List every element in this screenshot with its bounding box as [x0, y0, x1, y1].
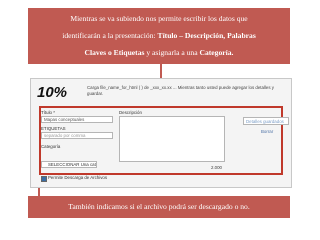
- category-label: Categoría: [41, 144, 61, 149]
- character-counter: 2.000: [211, 165, 222, 170]
- caption-line-2-bold: Título – Descripción, Palabras: [157, 31, 256, 40]
- upload-details-panel: 10% Carga file_name_for_html ( ) de _xxx…: [30, 78, 292, 188]
- upload-progress-percent: 10%: [37, 84, 68, 101]
- download-checkbox-label: Permite Descarga de Archivos: [48, 175, 108, 180]
- caption-line-3-bold-2: Categoría.: [199, 48, 234, 57]
- top-pointer-line: [160, 64, 162, 78]
- delete-link[interactable]: Borrar: [261, 129, 273, 134]
- download-checkbox[interactable]: [41, 176, 47, 182]
- title-field[interactable]: Mapas conceptuales: [41, 116, 113, 123]
- bottom-caption-text: También indicamos si el archivo podrá se…: [68, 202, 250, 211]
- upload-info-text: Carga file_name_for_html ( ) de _xxx_xx.…: [87, 85, 274, 96]
- tags-label: ETIQUETAS: [41, 126, 66, 131]
- caption-line-3-bold-1: Claves o Etiquetas: [84, 48, 145, 57]
- caption-line-3-middle: y asignarla a una: [144, 48, 200, 57]
- bottom-caption-banner: También indicamos si el archivo podrá se…: [28, 196, 290, 218]
- category-select[interactable]: SELECCIONAR Una categoría: [41, 161, 97, 168]
- description-field[interactable]: [119, 116, 225, 162]
- tags-field[interactable]: separado por comma: [41, 132, 113, 139]
- saved-details-button[interactable]: Detalles guardados: [243, 117, 289, 125]
- top-caption-banner: Mientras se va subiendo nos permite escr…: [28, 8, 290, 64]
- description-label: Descripción: [119, 110, 142, 115]
- title-label: Título *: [41, 110, 55, 115]
- caption-line-1: Mientras se va subiendo nos permite escr…: [70, 14, 248, 23]
- caption-line-2-prefix: identificarán a la presentación:: [62, 31, 158, 40]
